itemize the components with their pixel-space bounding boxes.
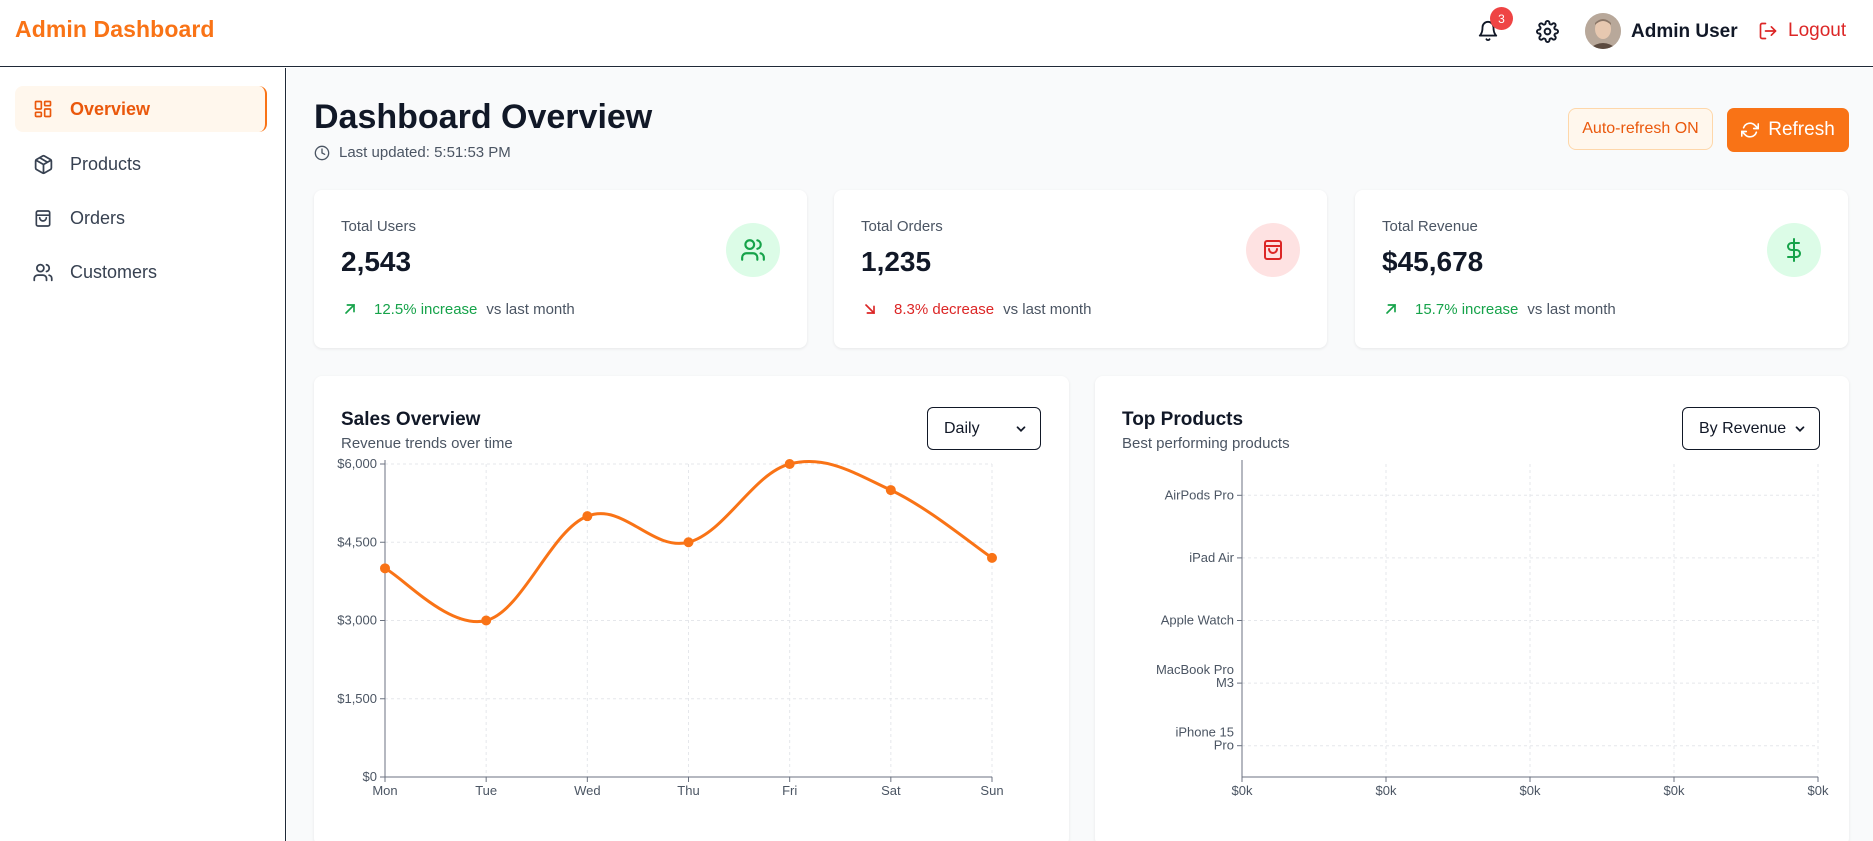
sidebar-item-products[interactable]: Products: [15, 141, 267, 187]
settings-button[interactable]: [1533, 17, 1561, 45]
x-tick-label: $0k: [1808, 783, 1829, 798]
trend-up-icon: [341, 300, 359, 318]
x-tick-label: Tue: [475, 783, 497, 798]
y-tick-label: M3: [1216, 675, 1234, 690]
data-point: [885, 485, 896, 496]
stat-trend: 15.7% increase vs last month: [1382, 300, 1616, 318]
grid-icon: [32, 98, 54, 120]
stat-delta: 15.7% increase: [1415, 300, 1519, 318]
sales-overview-panel: Sales Overview Revenue trends over time …: [314, 376, 1069, 841]
x-tick-label: Wed: [574, 783, 601, 798]
y-tick-label: AirPods Pro: [1165, 487, 1234, 502]
x-tick-label: Fri: [782, 783, 797, 798]
data-point: [582, 511, 593, 522]
data-point: [481, 615, 492, 626]
stat-value: 1,235: [861, 246, 932, 277]
data-point: [380, 563, 390, 574]
users-icon: [32, 261, 54, 283]
stat-value: $45,678: [1382, 246, 1484, 277]
logout-icon: [1759, 22, 1777, 40]
app-title: Admin Dashboard: [15, 16, 215, 42]
logout-button[interactable]: Logout: [1758, 20, 1846, 42]
stat-suffix: vs last month: [1003, 300, 1092, 318]
shopping-bag-icon: [32, 207, 54, 229]
stat-card-orders: Total Orders 1,235 8.3% decrease vs last…: [834, 190, 1327, 348]
stat-suffix: vs last month: [1527, 300, 1616, 318]
user-avatar[interactable]: [1585, 13, 1621, 49]
main-content: Dashboard Overview Last updated: 5:51:53…: [287, 68, 1873, 841]
x-tick-label: Thu: [677, 783, 699, 798]
user-name[interactable]: Admin User: [1631, 21, 1738, 43]
stat-value: 2,543: [341, 246, 412, 277]
stat-delta: 12.5% increase: [374, 300, 478, 318]
sidebar-item-label: Overview: [70, 98, 151, 119]
stat-label: Total Orders: [861, 218, 943, 235]
x-tick-label: $0k: [1376, 783, 1397, 798]
y-tick-label: Pro: [1214, 738, 1234, 753]
x-tick-label: Sat: [881, 783, 901, 798]
data-point: [784, 459, 795, 469]
stat-card-users: Total Users 2,543 12.5% increase vs last…: [314, 190, 807, 348]
users-icon: [726, 223, 780, 277]
last-updated-text: Last updated: 5:51:53 PM: [339, 144, 511, 161]
sidebar-item-label: Products: [70, 153, 142, 174]
y-tick-label: $0: [363, 769, 377, 784]
x-tick-label: Mon: [372, 783, 397, 798]
top-header: Admin Dashboard 3 Admin User Logout: [0, 0, 1873, 67]
sidebar-item-customers[interactable]: Customers: [15, 249, 267, 295]
refresh-button[interactable]: Refresh: [1727, 108, 1849, 152]
sales-line-chart: $0 $1,500 $3,000 $4,500 $6,000 Mon Tue Wed Thu Fr…: [337, 456, 1003, 798]
y-tick-label: $1,500: [337, 691, 377, 706]
data-point: [987, 552, 997, 563]
y-tick-label: $6,000: [337, 456, 377, 471]
dollar-icon: [1767, 223, 1821, 277]
stat-label: Total Revenue: [1382, 218, 1478, 235]
gear-icon: [1535, 19, 1559, 43]
stat-trend: 12.5% increase vs last month: [341, 300, 575, 318]
y-tick-label: $3,000: [337, 613, 377, 628]
sidebar-item-label: Customers: [70, 261, 158, 282]
stat-delta: 8.3% decrease: [894, 300, 995, 318]
page-title: Dashboard Overview: [314, 98, 653, 136]
refresh-label: Refresh: [1768, 119, 1835, 140]
trend-down-icon: [861, 300, 879, 318]
stat-suffix: vs last month: [486, 300, 575, 318]
clock-icon: [314, 145, 330, 160]
x-tick-label: $0k: [1520, 783, 1541, 798]
x-tick-label: $0k: [1664, 783, 1685, 798]
stat-trend: 8.3% decrease vs last month: [861, 300, 1091, 318]
notification-badge: 3: [1490, 7, 1513, 30]
sidebar: Overview Products Orders Customers: [0, 68, 286, 841]
y-tick-label: $4,500: [337, 534, 377, 549]
x-tick-label: $0k: [1232, 783, 1253, 798]
shopping-bag-icon: [1246, 223, 1300, 277]
logout-label: Logout: [1788, 20, 1847, 41]
sidebar-item-label: Orders: [70, 207, 126, 228]
y-tick-label: Apple Watch: [1161, 613, 1234, 628]
data-point: [683, 537, 694, 548]
box-icon: [32, 153, 54, 175]
y-tick-label: iPad Air: [1189, 550, 1234, 565]
top-products-panel: Top Products Best performing products By…: [1095, 376, 1849, 841]
auto-refresh-toggle[interactable]: Auto-refresh ON: [1568, 108, 1713, 150]
sidebar-item-orders[interactable]: Orders: [15, 195, 267, 241]
stat-label: Total Users: [341, 218, 417, 235]
refresh-icon: [1741, 122, 1760, 138]
stat-card-revenue: Total Revenue $45,678 15.7% increase vs …: [1355, 190, 1848, 348]
last-updated: Last updated: 5:51:53 PM: [314, 144, 511, 161]
x-tick-label: Sun: [980, 783, 1003, 798]
top-products-bar-chart: $0k $0k $0k $0k $0k AirPods Pro iPad Air Apple …: [1156, 460, 1829, 798]
sidebar-item-overview[interactable]: Overview: [15, 86, 267, 132]
trend-up-icon: [1382, 300, 1400, 318]
